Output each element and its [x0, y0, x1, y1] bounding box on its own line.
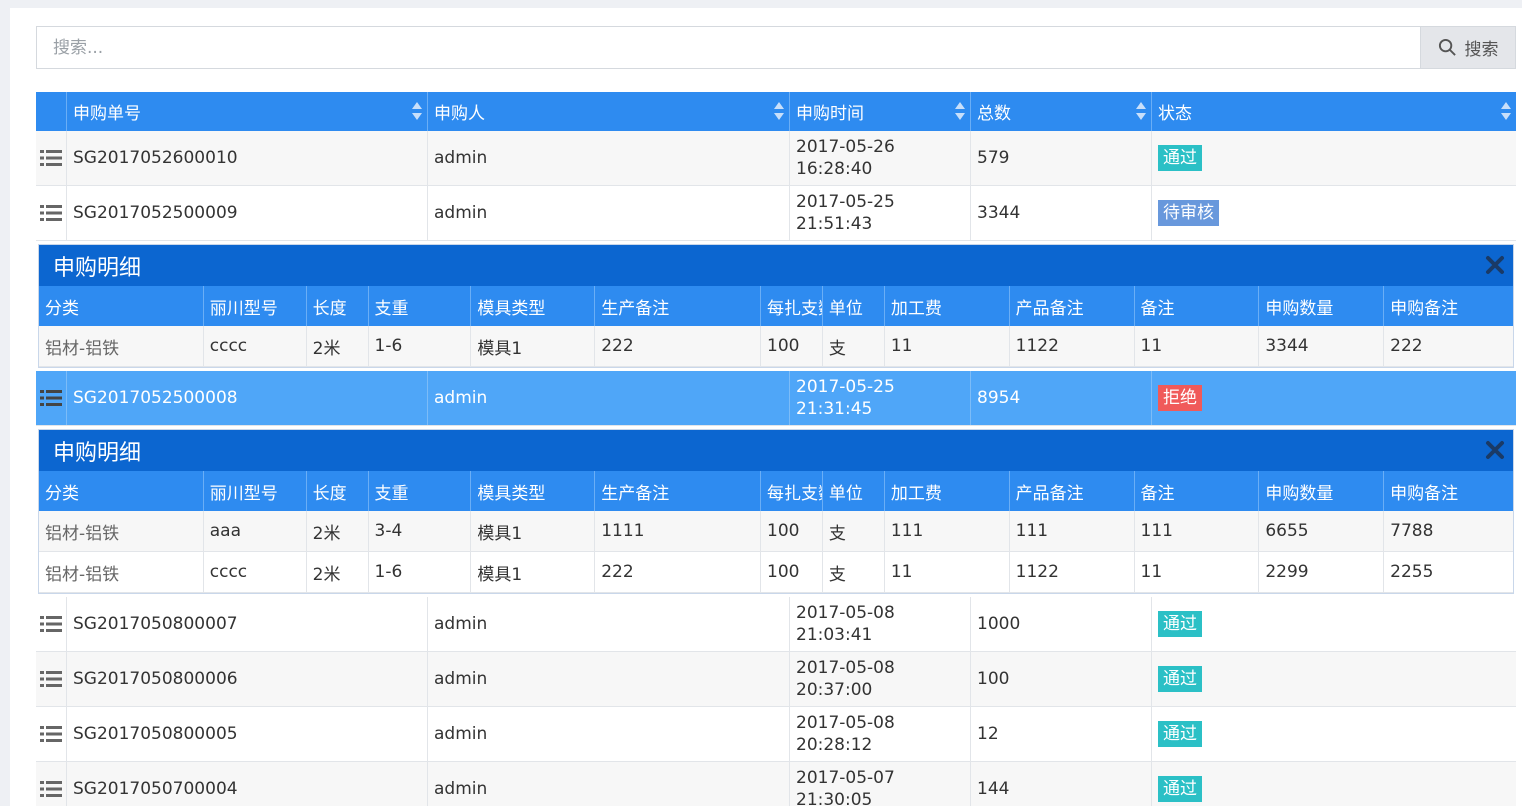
expand-list-icon[interactable] [40, 780, 62, 798]
request-time: 2017-05-07 21:30:05 [790, 762, 971, 806]
expand-list-icon[interactable] [40, 670, 62, 688]
detail-row: 铝材-铝铁 cccc 2米 1-6 模具1 222 100 支 11 1122 … [39, 552, 1513, 593]
total: 12 [971, 707, 1152, 761]
status-badge: 通过 [1158, 611, 1202, 637]
order-number: SG2017052600010 [67, 131, 428, 185]
status-badge: 通过 [1158, 666, 1202, 692]
expand-list-icon[interactable] [40, 149, 62, 167]
total: 100 [971, 652, 1152, 706]
status-badge: 通过 [1158, 721, 1202, 747]
total: 1000 [971, 597, 1152, 651]
request-time: 2017-05-08 20:37:00 [790, 652, 971, 706]
purchase-grid: 申购单号 申购人 申购时间 总数 状态 SG2017052600010 admi… [36, 92, 1516, 806]
status-badge: 通过 [1158, 776, 1202, 802]
requester: admin [428, 707, 790, 761]
status-badge: 通过 [1158, 145, 1202, 171]
status-badge: 待审核 [1158, 200, 1219, 226]
requester: admin [428, 371, 790, 425]
sort-icon[interactable] [1500, 101, 1512, 121]
detail-row: 铝材-铝铁 cccc 2米 1-6 模具1 222 100 支 11 1122 … [39, 326, 1513, 367]
expand-list-icon[interactable] [40, 615, 62, 633]
header-status[interactable]: 状态 [1152, 92, 1516, 131]
order-number: SG2017050800007 [67, 597, 428, 651]
table-row[interactable]: SG2017050700004 admin 2017-05-07 21:30:05… [36, 762, 1516, 806]
status-badge: 拒绝 [1158, 385, 1202, 411]
request-time: 2017-05-25 21:51:43 [790, 186, 971, 240]
total: 144 [971, 762, 1152, 806]
detail-title: 申购明细 [39, 430, 1513, 471]
detail-header: 分类 丽川型号 长度 支重 模具类型 生产备注 每扎支数 单位 加工费 产品备注… [39, 471, 1513, 511]
detail-panel: 申购明细 分类 丽川型号 长度 支重 模具类型 生产备注 每扎支数 单位 加工费… [38, 429, 1514, 594]
requester: admin [428, 186, 790, 240]
grid-header: 申购单号 申购人 申购时间 总数 状态 [36, 92, 1516, 131]
sort-icon[interactable] [954, 101, 966, 121]
requester: admin [428, 762, 790, 806]
request-time: 2017-05-26 16:28:40 [790, 131, 971, 185]
request-time: 2017-05-25 21:31:45 [790, 371, 971, 425]
request-time: 2017-05-08 20:28:12 [790, 707, 971, 761]
header-requester[interactable]: 申购人 [428, 92, 790, 131]
total: 3344 [971, 186, 1152, 240]
detail-title: 申购明细 [39, 245, 1513, 286]
sort-icon[interactable] [1135, 101, 1147, 121]
search-input[interactable] [37, 27, 1420, 68]
header-order-number[interactable]: 申购单号 [67, 92, 428, 131]
search-icon [1438, 38, 1456, 56]
order-number: SG2017052500008 [67, 371, 428, 425]
close-icon[interactable] [1485, 255, 1505, 275]
expand-list-icon[interactable] [40, 204, 62, 222]
header-total[interactable]: 总数 [971, 92, 1152, 131]
requester: admin [428, 131, 790, 185]
detail-header: 分类 丽川型号 长度 支重 模具类型 生产备注 每扎支数 单位 加工费 产品备注… [39, 286, 1513, 326]
total: 579 [971, 131, 1152, 185]
order-number: SG2017050800006 [67, 652, 428, 706]
header-expand-col [36, 92, 67, 131]
order-number: SG2017050800005 [67, 707, 428, 761]
requester: admin [428, 652, 790, 706]
total: 8954 [971, 371, 1152, 425]
close-icon[interactable] [1485, 440, 1505, 460]
table-row-selected[interactable]: SG2017052500008 admin 2017-05-25 21:31:45… [36, 371, 1516, 426]
detail-panel: 申购明细 分类 丽川型号 长度 支重 模具类型 生产备注 每扎支数 单位 加工费… [38, 244, 1514, 368]
header-time[interactable]: 申购时间 [790, 92, 971, 131]
order-number: SG2017052500009 [67, 186, 428, 240]
request-time: 2017-05-08 21:03:41 [790, 597, 971, 651]
table-row[interactable]: SG2017052500009 admin 2017-05-25 21:51:43… [36, 186, 1516, 241]
table-row[interactable]: SG2017050800006 admin 2017-05-08 20:37:00… [36, 652, 1516, 707]
detail-row: 铝材-铝铁 aaa 2米 3-4 模具1 1111 100 支 111 111 … [39, 511, 1513, 552]
sort-icon[interactable] [773, 101, 785, 121]
expand-list-icon[interactable] [40, 725, 62, 743]
order-number: SG2017050700004 [67, 762, 428, 806]
content-card: 搜索 申购单号 申购人 申购时间 总数 状态 SG2017052600010 a… [10, 8, 1522, 806]
search-button[interactable]: 搜索 [1420, 27, 1515, 68]
table-row[interactable]: SG2017050800007 admin 2017-05-08 21:03:41… [36, 597, 1516, 652]
requester: admin [428, 597, 790, 651]
table-row[interactable]: SG2017050800005 admin 2017-05-08 20:28:12… [36, 707, 1516, 762]
search-bar: 搜索 [36, 26, 1516, 69]
expand-list-icon[interactable] [40, 389, 62, 407]
table-row[interactable]: SG2017052600010 admin 2017-05-26 16:28:40… [36, 131, 1516, 186]
search-button-label: 搜索 [1464, 40, 1499, 60]
sort-icon[interactable] [411, 101, 423, 121]
